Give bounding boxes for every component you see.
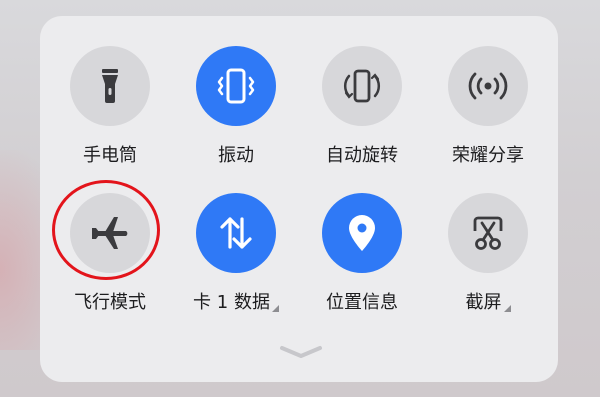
vibrate-icon (217, 68, 255, 104)
share-icon (468, 72, 508, 100)
expand-caret-icon[interactable] (503, 305, 511, 312)
location-icon (349, 215, 375, 251)
share-label: 荣耀分享 (452, 145, 524, 166)
tile-location[interactable]: 位置信息 (302, 193, 422, 343)
mobile-data-icon (220, 217, 252, 249)
tile-share[interactable]: 荣耀分享 (428, 46, 548, 196)
location-label: 位置信息 (326, 292, 398, 313)
flashlight-toggle[interactable] (70, 46, 150, 126)
tile-auto-rotate[interactable]: 自动旋转 (302, 46, 422, 196)
flashlight-icon (102, 69, 118, 103)
screenshot-label: 截屏 (466, 292, 511, 314)
screenshot-label-text: 截屏 (465, 292, 502, 313)
share-toggle[interactable] (448, 46, 528, 126)
tile-flashlight[interactable]: 手电筒 (50, 46, 170, 196)
chevron-down-icon[interactable] (278, 344, 324, 360)
highlight-ring (52, 180, 160, 280)
auto-rotate-label: 自动旋转 (326, 145, 398, 166)
auto-rotate-icon (344, 69, 380, 103)
location-toggle[interactable] (322, 193, 402, 273)
vibrate-toggle[interactable] (196, 46, 276, 126)
mobile-data-toggle[interactable] (196, 193, 276, 273)
screenshot-icon (473, 216, 503, 250)
airplane-mode-label: 飞行模式 (74, 292, 146, 313)
mobile-data-label: 卡 1 数据 (193, 292, 279, 314)
auto-rotate-toggle[interactable] (322, 46, 402, 126)
screenshot-toggle[interactable] (448, 193, 528, 273)
flashlight-label: 手电筒 (83, 145, 137, 166)
vibrate-label: 振动 (218, 145, 254, 166)
expand-caret-icon[interactable] (271, 305, 279, 312)
mobile-data-label-text: 卡 1 数据 (193, 292, 270, 313)
tile-screenshot[interactable]: 截屏 (428, 193, 548, 343)
tile-vibrate[interactable]: 振动 (176, 46, 296, 196)
tile-mobile-data[interactable]: 卡 1 数据 (176, 193, 296, 343)
